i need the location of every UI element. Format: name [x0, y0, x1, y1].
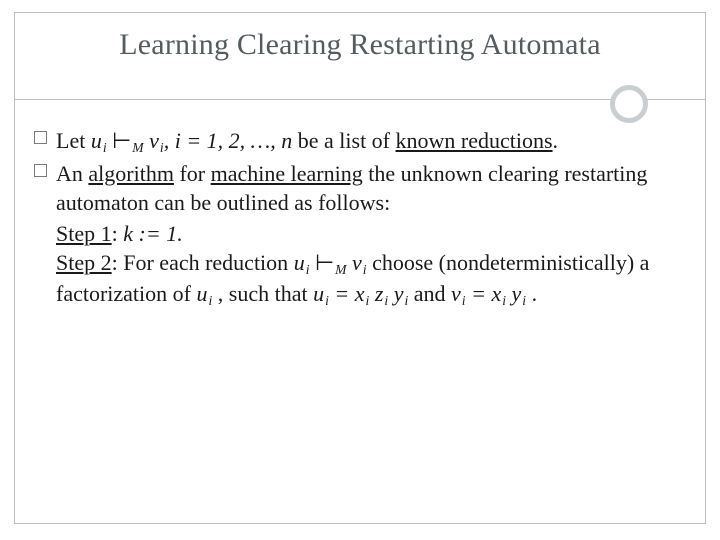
sub-M: M: [335, 262, 346, 277]
square-bullet-icon: [34, 164, 47, 177]
slide: Learning Clearing Restarting Automata Le…: [0, 0, 720, 540]
text: .: [526, 281, 537, 306]
var-v: v: [352, 250, 362, 275]
sub-i: i: [209, 293, 213, 308]
ring-accent-icon: [610, 85, 648, 123]
text: : For each reduction: [112, 250, 294, 275]
sub-i: i: [366, 293, 370, 308]
title-rule: [14, 85, 706, 115]
sub-i: i: [103, 140, 107, 155]
var-u: u: [197, 281, 208, 306]
sub-i: i: [522, 293, 526, 308]
var-u: u: [294, 250, 305, 275]
var-k: k: [123, 221, 133, 246]
text: for: [174, 161, 211, 186]
var-u: u: [313, 281, 324, 306]
step1-label: Step 1: [56, 221, 112, 246]
text: and: [408, 281, 451, 306]
sub-i: i: [384, 293, 388, 308]
step2-label: Step 2: [56, 250, 112, 275]
range: , i = 1, 2, …, n: [164, 128, 293, 153]
known-reductions: known reductions: [396, 128, 553, 153]
bullet-1: Let ui ⊢M vi, i = 1, 2, …, n be a list o…: [34, 126, 684, 157]
var-v: v: [451, 281, 461, 306]
square-bullet-icon: [34, 131, 47, 144]
var-z: z: [369, 281, 383, 306]
sub-i: i: [160, 140, 164, 155]
sub-i: i: [306, 262, 310, 277]
var-x: x: [355, 281, 365, 306]
horizontal-rule: [14, 99, 706, 100]
var-y: y: [388, 281, 403, 306]
text: , such that: [212, 281, 313, 306]
sub-i: i: [363, 262, 367, 277]
eq: =: [329, 281, 355, 306]
sub-i: i: [325, 293, 329, 308]
machine-learning: machine learning: [211, 161, 363, 186]
var-u: u: [91, 128, 102, 153]
dot: .: [553, 128, 559, 153]
var-y: y: [506, 281, 521, 306]
var-x: x: [491, 281, 501, 306]
step-2: Step 2: For each reduction ui ⊢M vi choo…: [34, 248, 684, 310]
body-text: Let ui ⊢M vi, i = 1, 2, …, n be a list o…: [34, 126, 684, 310]
sub-M: M: [132, 140, 143, 155]
eq: =: [466, 281, 492, 306]
text: An: [56, 161, 88, 186]
sub-i: i: [462, 293, 466, 308]
bullet-2: An algorithm for machine learning the un…: [34, 159, 684, 217]
text: be a list of: [292, 128, 395, 153]
step-1: Step 1: k := 1.: [34, 219, 684, 248]
text: :: [112, 221, 124, 246]
text: Let: [56, 128, 91, 153]
turnstile: ⊢: [309, 250, 334, 275]
algorithm: algorithm: [88, 161, 174, 186]
turnstile: ⊢: [107, 128, 132, 153]
var-v: v: [149, 128, 159, 153]
sub-i: i: [404, 293, 408, 308]
slide-title: Learning Clearing Restarting Automata: [0, 28, 720, 62]
sub-i: i: [502, 293, 506, 308]
assign: := 1.: [133, 221, 183, 246]
